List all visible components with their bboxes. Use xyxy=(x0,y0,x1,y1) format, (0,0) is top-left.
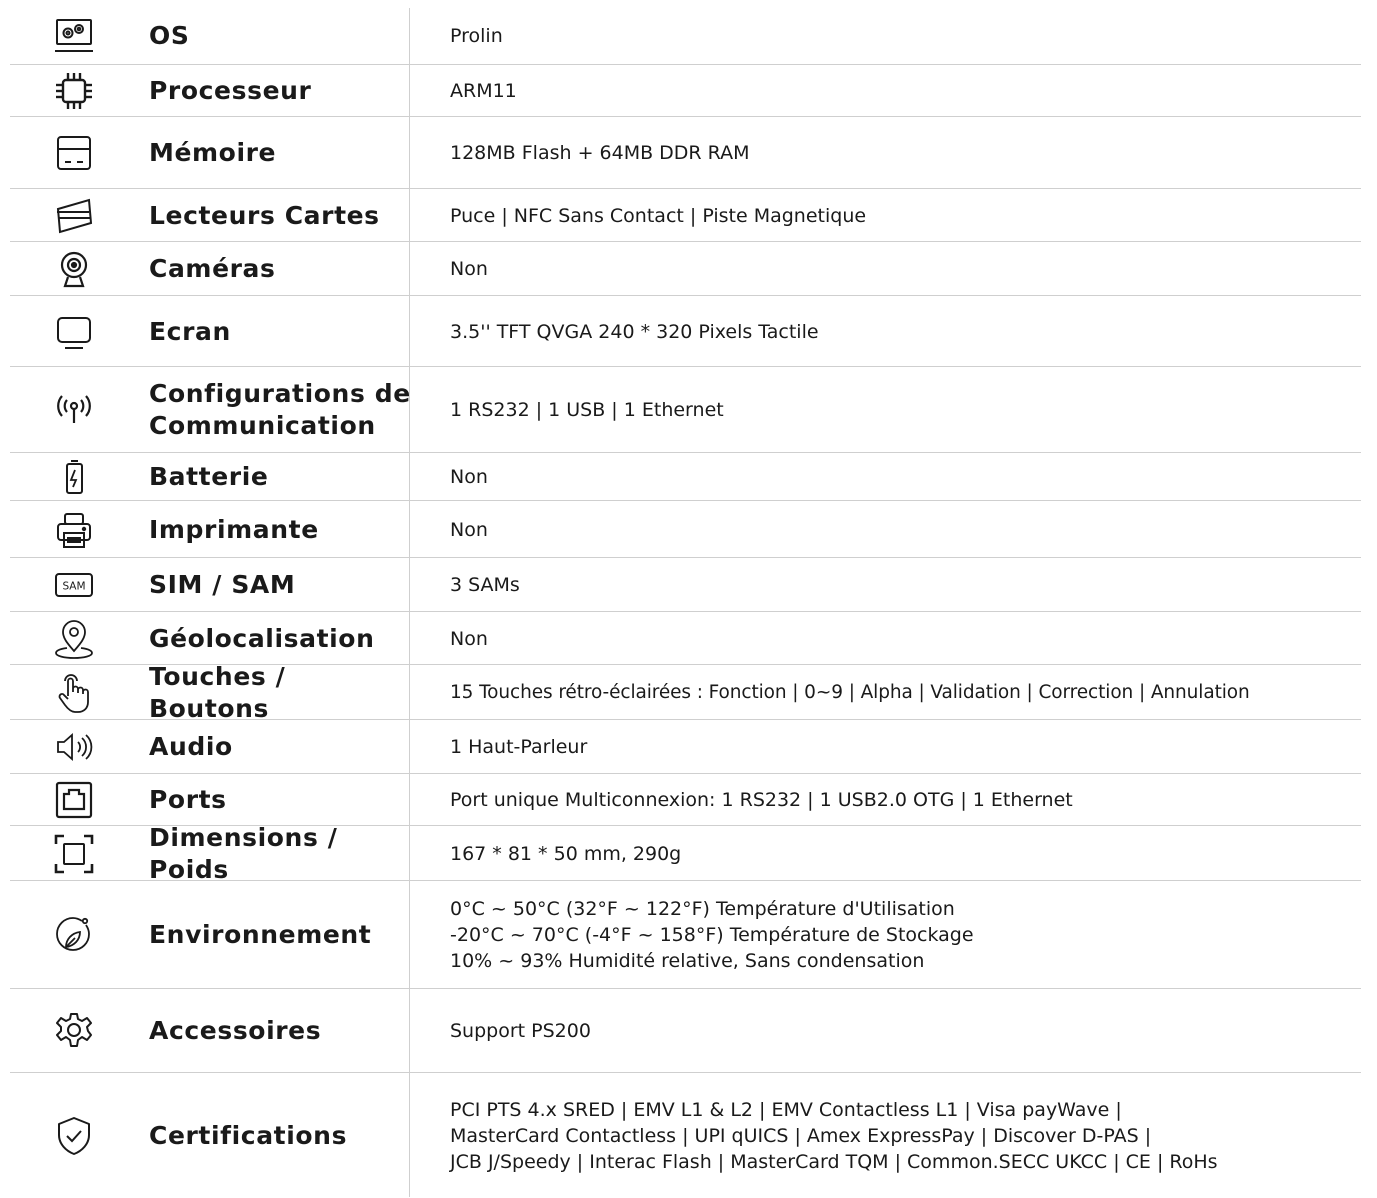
spec-label: OS xyxy=(149,21,190,50)
spec-row-accessories: Accessoires Support PS200 xyxy=(10,988,1361,1073)
spec-value: ARM11 xyxy=(450,80,517,102)
spec-value: 3.5'' TFT QVGA 240 * 320 Pixels Tactile xyxy=(450,320,819,343)
spec-value: Non xyxy=(450,258,488,280)
spec-label: Audio xyxy=(149,732,233,761)
touch-hand-icon xyxy=(50,665,98,720)
spec-label: Processeur xyxy=(149,76,312,105)
spec-row-screen: Ecran 3.5'' TFT QVGA 240 * 320 Pixels Ta… xyxy=(10,295,1361,367)
leaf-icon xyxy=(50,881,98,989)
spec-label: Dimensions / Poids xyxy=(149,822,338,884)
spec-label: SIM / SAM xyxy=(149,570,296,599)
spec-value: 128MB Flash + 64MB DDR RAM xyxy=(450,142,750,164)
spec-row-ports: Ports Port unique Multiconnexion: 1 RS23… xyxy=(10,773,1361,826)
spec-row-os: OS Prolin xyxy=(10,8,1361,64)
spec-row-communication: Configurations de Communication 1 RS232 … xyxy=(10,366,1361,453)
spec-value: Port unique Multiconnexion: 1 RS232 | 1 … xyxy=(450,789,1073,811)
battery-icon xyxy=(50,453,98,501)
screen-icon xyxy=(50,296,98,367)
spec-value: Prolin xyxy=(450,25,503,47)
spec-value: Support PS200 xyxy=(450,1020,591,1042)
spec-row-sim-sam: SAM SIM / SAM 3 SAMs xyxy=(10,557,1361,612)
spec-label: Imprimante xyxy=(149,514,319,544)
speaker-icon xyxy=(50,720,98,774)
antenna-icon xyxy=(50,367,98,453)
sam-icon-text: SAM xyxy=(62,581,85,593)
spec-value: PCI PTS 4.x SRED | EMV L1 & L2 | EMV Con… xyxy=(450,1098,1218,1173)
spec-label: Configurations de Communication xyxy=(149,379,411,440)
spec-row-memory: Mémoire 128MB Flash + 64MB DDR RAM xyxy=(10,116,1361,189)
spec-value: Non xyxy=(450,518,488,541)
spec-label: Lecteurs Cartes xyxy=(149,200,380,230)
spec-label: Touches / Boutons xyxy=(149,661,286,723)
card-reader-icon xyxy=(50,189,98,242)
spec-value: Non xyxy=(450,466,488,488)
spec-value: 0°C ~ 50°C (32°F ~ 122°F) Température d'… xyxy=(450,898,974,972)
spec-row-cameras: Caméras Non xyxy=(10,241,1361,296)
spec-row-battery: Batterie Non xyxy=(10,452,1361,501)
spec-row-printer: Imprimante Non xyxy=(10,500,1361,558)
spec-value: Puce | NFC Sans Contact | Piste Magnetiq… xyxy=(450,204,867,227)
spec-value: 1 RS232 | 1 USB | 1 Ethernet xyxy=(450,399,724,421)
spec-label: Certifications xyxy=(149,1120,348,1150)
spec-row-environment: Environnement 0°C ~ 50°C (32°F ~ 122°F) … xyxy=(10,880,1361,989)
spec-value: 3 SAMs xyxy=(450,574,520,596)
spec-label: Caméras xyxy=(149,254,276,283)
spec-row-keys: Touches / Boutons 15 Touches rétro-éclai… xyxy=(10,661,1361,723)
spec-row-geolocation: Géolocalisation Non xyxy=(10,611,1361,665)
os-icon xyxy=(50,8,98,64)
printer-icon xyxy=(50,501,98,558)
shield-check-icon xyxy=(50,1073,98,1198)
camera-icon xyxy=(50,242,98,296)
spec-row-audio: Audio 1 Haut-Parleur xyxy=(10,719,1361,774)
spec-row-card-readers: Lecteurs Cartes Puce | NFC Sans Contact … xyxy=(10,188,1361,242)
spec-value: 167 * 81 * 50 mm, 290g xyxy=(450,842,682,865)
spec-label: Mémoire xyxy=(149,138,277,167)
spec-row-processor: Processeur ARM11 xyxy=(10,64,1361,117)
spec-label: Géolocalisation xyxy=(149,623,375,653)
location-pin-icon xyxy=(50,612,98,665)
spec-label: Accessoires xyxy=(149,1016,322,1045)
ethernet-port-icon xyxy=(50,774,98,826)
gear-icon xyxy=(50,989,98,1073)
spec-label: Batterie xyxy=(149,462,269,491)
spec-label: Environnement xyxy=(149,920,372,949)
spec-value: 15 Touches rétro-éclairées : Fonction | … xyxy=(450,681,1250,703)
sam-icon: SAM xyxy=(50,558,98,612)
processor-icon xyxy=(50,65,98,117)
memory-icon xyxy=(50,117,98,189)
spec-row-certifications: Certifications PCI PTS 4.x SRED | EMV L1… xyxy=(10,1072,1361,1198)
spec-row-dimensions: Dimensions / Poids 167 * 81 * 50 mm, 290… xyxy=(10,822,1361,884)
spec-label: Ecran xyxy=(149,316,231,346)
spec-label: Ports xyxy=(149,785,227,814)
dimensions-icon xyxy=(50,826,98,881)
spec-value: Non xyxy=(450,627,488,650)
spec-value: 1 Haut-Parleur xyxy=(450,736,588,758)
